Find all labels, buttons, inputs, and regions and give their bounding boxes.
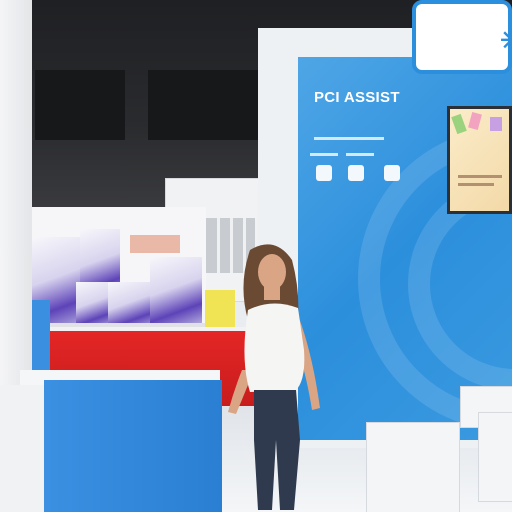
logo-icon: ✳ (500, 25, 512, 56)
product-stack (130, 235, 180, 253)
wall-icon-caption (346, 153, 374, 156)
white-blouse (244, 303, 305, 392)
neck (264, 286, 280, 300)
screen-graphic (490, 117, 502, 131)
foreground-blue-block (44, 380, 222, 512)
wall-icon-caption (310, 153, 338, 156)
white-cube-seat (478, 412, 512, 502)
jeans (254, 390, 300, 510)
face (258, 254, 286, 290)
foreground-white-block (0, 385, 44, 512)
product-box (76, 282, 110, 328)
product-display-shelf (30, 207, 206, 332)
screen-content (450, 109, 509, 211)
screen-graphic (468, 111, 482, 131)
woman-figure (228, 244, 320, 510)
blue-side-stand (30, 300, 50, 370)
screen-graphic (451, 113, 467, 135)
screen-text-line (458, 175, 502, 178)
wall-display-screen (447, 106, 512, 214)
trade-show-booth-scene: PCI ASSIST ✳ (0, 0, 512, 512)
booth-wall-title: PCI ASSIST (314, 89, 400, 106)
wall-icon-1 (316, 165, 332, 181)
wall-icon-2 (348, 165, 364, 181)
ceiling-panel (148, 70, 258, 140)
white-cube-seat (366, 422, 460, 512)
product-box (150, 257, 202, 325)
screen-text-line (458, 183, 494, 186)
wall-subtitle-line (314, 137, 384, 140)
product-box (108, 282, 153, 328)
wall-icon-3 (384, 165, 400, 181)
ceiling-panel (35, 70, 125, 140)
logo-sign: ✳ (412, 0, 512, 74)
